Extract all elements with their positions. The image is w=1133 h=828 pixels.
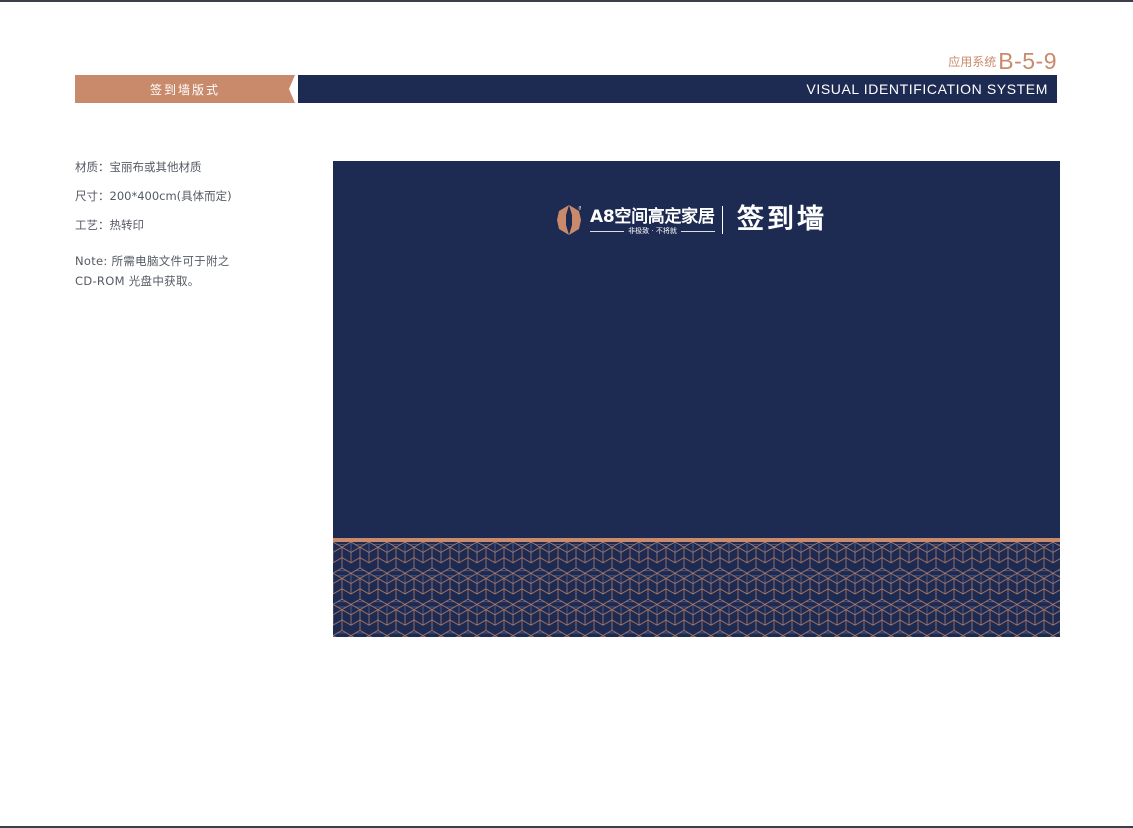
page-top-border — [0, 0, 1133, 2]
brand-logo-icon: ® — [557, 205, 581, 235]
page-code-prefix: 应用系统 — [948, 55, 997, 69]
section-title: 签到墙版式 — [149, 82, 220, 97]
spec-note-line-1: Note: 所需电脑文件可于附之 — [75, 254, 230, 268]
system-header-bar: VISUAL IDENTIFICATION SYSTEM — [298, 75, 1057, 103]
slogan-text: 非极致 · 不将就 — [628, 227, 677, 235]
spec-size: 尺寸：200*400cm(具体而定) — [75, 189, 232, 203]
spec-craft: 工艺：热转印 — [75, 218, 144, 232]
slogan-rule-right — [680, 230, 715, 232]
brand-name: A8空间高定家居 — [590, 207, 715, 227]
spec-material: 材质：宝丽布或其他材质 — [75, 160, 202, 174]
spec-note-line-2: CD-ROM 光盘中获取。 — [75, 274, 200, 288]
sign-wall-mockup: ® A8空间高定家居 非极致 · 不将就 签到墙 — [333, 161, 1060, 637]
geometric-pattern-band — [333, 542, 1060, 637]
brand-divider — [722, 206, 723, 234]
brand-slogan: 非极致 · 不将就 — [590, 226, 715, 236]
trademark-mark: ® — [578, 205, 581, 212]
system-label: VISUAL IDENTIFICATION SYSTEM — [806, 81, 1048, 97]
section-title-tab: 签到墙版式 — [75, 75, 295, 103]
spec-note: Note: 所需电脑文件可于附之 CD-ROM 光盘中获取。 — [75, 251, 305, 291]
spec-panel: 材质：宝丽布或其他材质 尺寸：200*400cm(具体而定) 工艺：热转印 No… — [75, 158, 305, 291]
sign-wall-title: 签到墙 — [737, 204, 827, 235]
page-code-number: B-5-9 — [998, 48, 1057, 74]
slogan-rule-left — [590, 230, 625, 232]
page-code: 应用系统B-5-9 — [948, 48, 1057, 75]
